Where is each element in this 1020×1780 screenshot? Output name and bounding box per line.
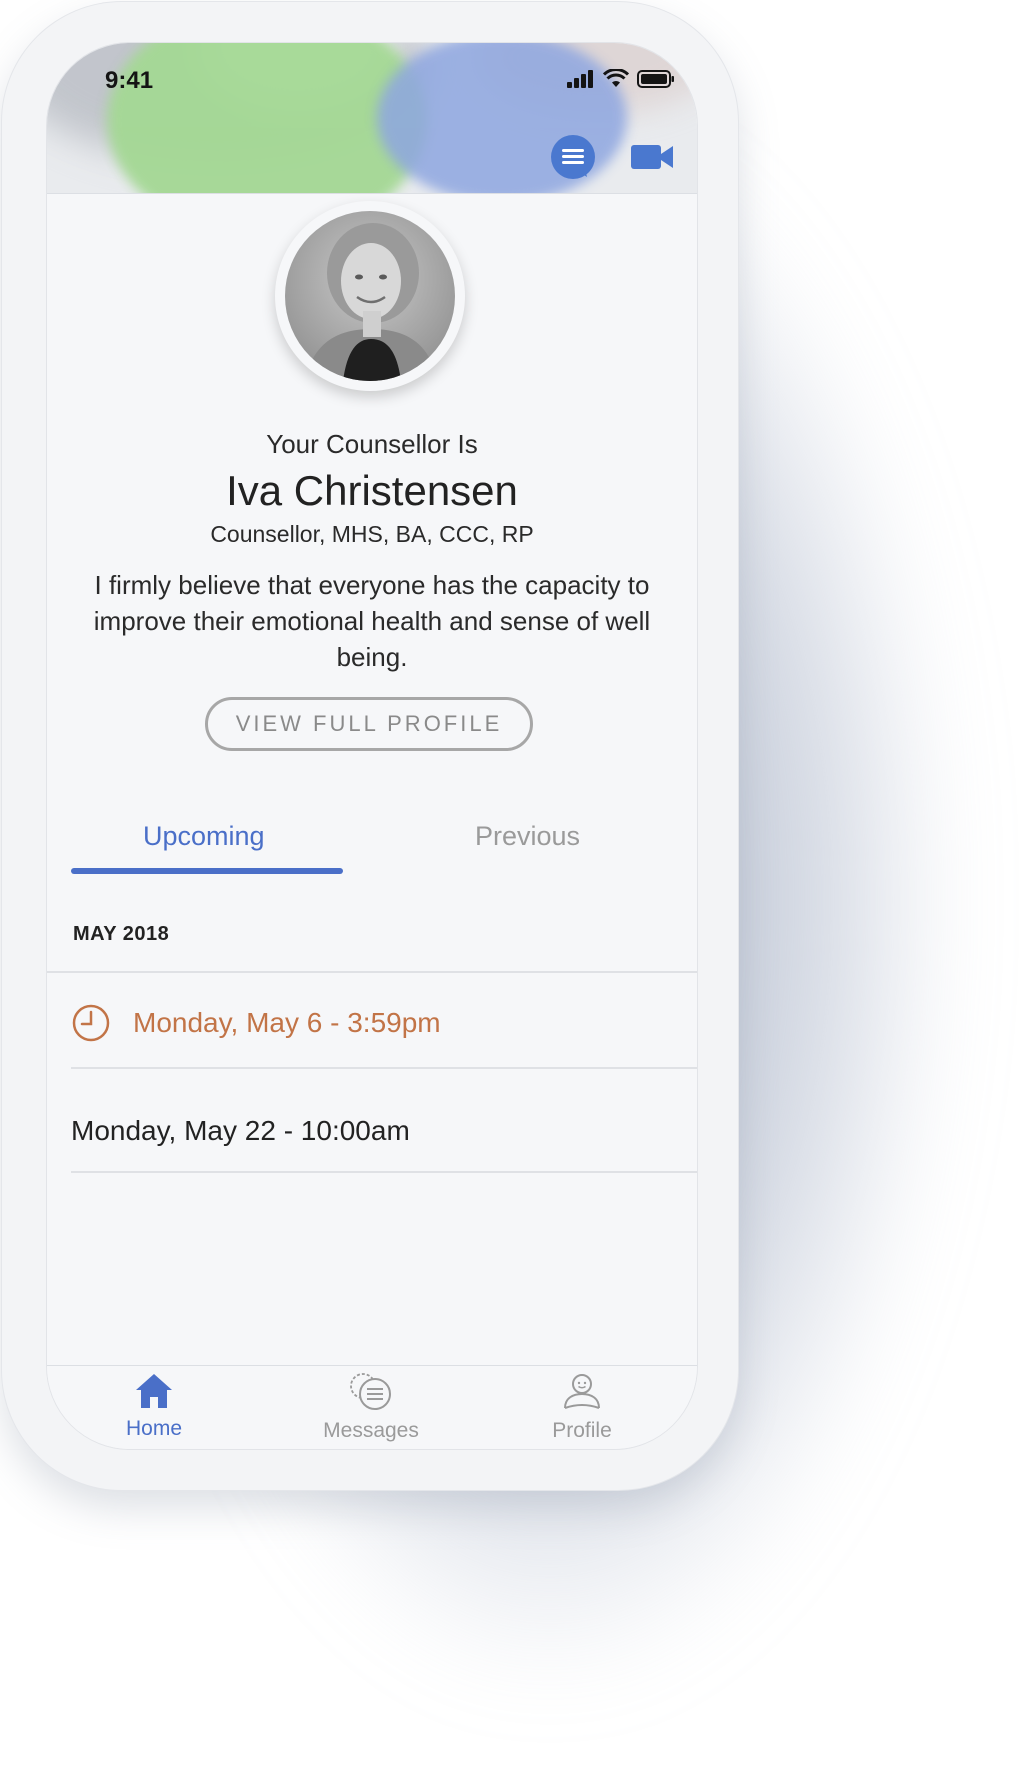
header-banner: 9:41 [47,43,697,194]
signal-icon [567,70,593,88]
app-screen: 9:41 Your Counsellor Is Iva Christensen … [46,42,698,1450]
counsellor-credentials: Counsellor, MHS, BA, CCC, RP [210,521,534,547]
appointment-label: Monday, May 6 - 3:59pm [133,1007,441,1038]
nav-messages[interactable]: Messages [296,1372,446,1443]
nav-profile[interactable]: Profile [507,1372,657,1443]
status-icons [567,69,675,89]
clock-icon [72,1004,110,1042]
active-tab-indicator [71,868,343,874]
tab-previous[interactable]: Previous [475,821,580,852]
home-icon [136,1374,172,1408]
messages-icon [350,1373,391,1410]
appointment-item[interactable]: Monday, May 22 - 10:00am [71,1115,410,1147]
nav-profile-label: Profile [552,1419,612,1442]
month-heading: MAY 2018 [73,923,170,945]
divider [71,1067,697,1069]
tab-upcoming[interactable]: Upcoming [143,821,265,852]
counsellor-bio: I firmly believe that everyone has the c… [93,570,651,672]
nav-home-label: Home [125,1417,183,1440]
video-camera-icon[interactable] [631,141,675,173]
counsellor-intro-label: Your Counsellor Is [266,429,478,459]
counsellor-photo [285,211,455,381]
nav-messages-label: Messages [323,1419,419,1442]
chat-button[interactable] [551,135,595,179]
counsellor-avatar[interactable] [275,201,465,391]
divider [47,971,697,973]
profile-icon [564,1374,600,1409]
chat-icon [562,149,587,177]
phone-frame: 9:41 Your Counsellor Is Iva Christensen … [2,2,738,1490]
battery-icon [637,70,674,88]
view-full-profile-button[interactable]: VIEW FULL PROFILE [205,697,533,751]
counsellor-name: Iva Christensen [226,467,518,514]
divider [71,1171,697,1173]
nav-home[interactable]: Home [79,1372,229,1441]
wifi-icon [603,69,629,87]
appointment-label: Monday, May 22 - 10:00am [71,1115,410,1146]
appointment-item[interactable]: Monday, May 6 - 3:59pm [71,1003,441,1043]
bottom-tab-bar: Home Messages Profile [47,1365,697,1449]
status-time: 9:41 [105,67,154,94]
